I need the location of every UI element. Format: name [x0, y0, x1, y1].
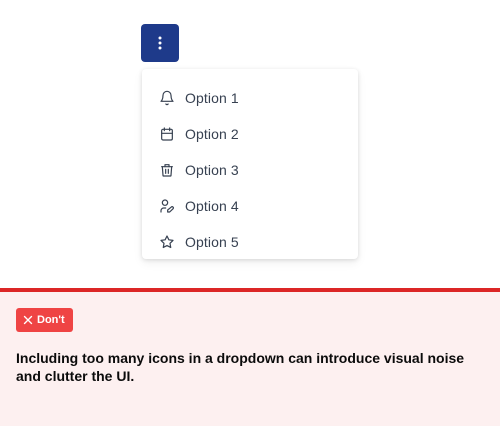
example-canvas: Option 1 Option 2 Option 3 Option 4 Opti… [0, 0, 500, 288]
star-icon [159, 234, 175, 250]
more-vertical-icon [158, 36, 162, 50]
menu-item-option-3[interactable]: Option 3 [142, 152, 358, 188]
menu-item-label: Option 2 [185, 126, 239, 142]
menu-item-option-1[interactable]: Option 1 [142, 80, 358, 116]
menu-item-label: Option 5 [185, 234, 239, 250]
close-icon [23, 315, 33, 325]
menu-item-label: Option 4 [185, 198, 239, 214]
more-options-button[interactable] [141, 24, 179, 62]
menu-item-option-2[interactable]: Option 2 [142, 116, 358, 152]
bell-icon [159, 90, 175, 106]
guidance-text: Including too many icons in a dropdown c… [16, 350, 465, 384]
dont-badge: Don't [16, 308, 73, 332]
calendar-icon [159, 126, 175, 142]
guidance-panel: Don't Including too many icons in a drop… [0, 292, 500, 426]
menu-item-label: Option 3 [185, 162, 239, 178]
badge-label: Don't [37, 314, 65, 326]
menu-item-option-5[interactable]: Option 5 [142, 224, 358, 260]
user-edit-icon [159, 198, 175, 214]
trash-icon [159, 162, 175, 178]
menu-item-label: Option 1 [185, 90, 239, 106]
menu-item-option-4[interactable]: Option 4 [142, 188, 358, 224]
dropdown-menu: Option 1 Option 2 Option 3 Option 4 Opti… [142, 69, 358, 259]
